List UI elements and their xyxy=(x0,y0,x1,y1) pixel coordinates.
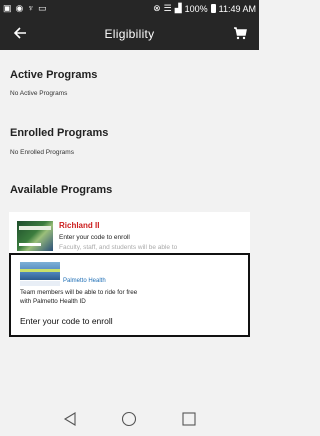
enrolled-programs-empty: No Enrolled Programs xyxy=(10,149,74,156)
program-description-line2: with Palmetto Health ID xyxy=(20,298,86,305)
nav-recents-button[interactable] xyxy=(177,407,201,431)
active-programs-empty: No Active Programs xyxy=(10,90,68,97)
program-card-palmetto[interactable]: Palmetto Health Team members will be abl… xyxy=(9,253,250,337)
system-nav-bar xyxy=(0,401,259,436)
program-enroll-text: Enter your code to enroll xyxy=(59,234,130,241)
signal-icon: ▟ xyxy=(174,3,182,13)
battery-icon xyxy=(210,4,216,13)
program-description-line1: Team members will be able to ride for fr… xyxy=(20,289,138,296)
app-notification-icon: ▭ xyxy=(38,3,47,13)
wifi-icon: ☰ xyxy=(163,3,172,13)
chat-notification-icon: ◉ xyxy=(15,3,24,13)
richland-program-image xyxy=(17,221,53,251)
image-notification-icon: ▣ xyxy=(3,3,12,13)
status-right-icons: ⊗ ☰ ▟ 100% 11:49 AM xyxy=(153,4,256,14)
active-programs-title: Active Programs xyxy=(10,69,98,81)
battery-percent: 100% xyxy=(184,3,208,14)
app-bar: Eligibility xyxy=(0,17,259,50)
nav-home-button[interactable] xyxy=(117,407,141,431)
enrolled-programs-title: Enrolled Programs xyxy=(10,127,109,139)
program-name: Richland II xyxy=(59,221,100,230)
circle-home-icon xyxy=(122,411,137,426)
cart-icon xyxy=(234,26,247,39)
nav-back-button[interactable] xyxy=(58,407,82,431)
cart-button[interactable] xyxy=(229,22,251,44)
available-programs-title: Available Programs xyxy=(10,184,113,196)
program-description: Faculty, staff, and students will be abl… xyxy=(59,244,178,251)
main-content: Active Programs No Active Programs Enrol… xyxy=(0,50,259,401)
triangle-back-icon xyxy=(63,411,76,426)
wifi-notification-icon: ♆ xyxy=(27,3,35,13)
back-button[interactable] xyxy=(8,21,32,45)
program-name: Palmetto Health xyxy=(63,278,106,284)
palmetto-program-image xyxy=(20,262,60,286)
status-left-icons: ▣ ◉ ♆ ▭ xyxy=(3,4,47,13)
arrow-left-icon xyxy=(13,27,26,39)
page-title: Eligibility xyxy=(104,26,155,41)
square-recents-icon xyxy=(182,411,196,426)
status-bar: ▣ ◉ ♆ ▭ ⊗ ☰ ▟ 100% 11:49 AM xyxy=(0,0,259,17)
status-time: 11:49 AM xyxy=(218,3,256,14)
sync-icon: ⊗ xyxy=(153,3,161,13)
program-enroll-text: Enter your code to enroll xyxy=(20,316,113,326)
